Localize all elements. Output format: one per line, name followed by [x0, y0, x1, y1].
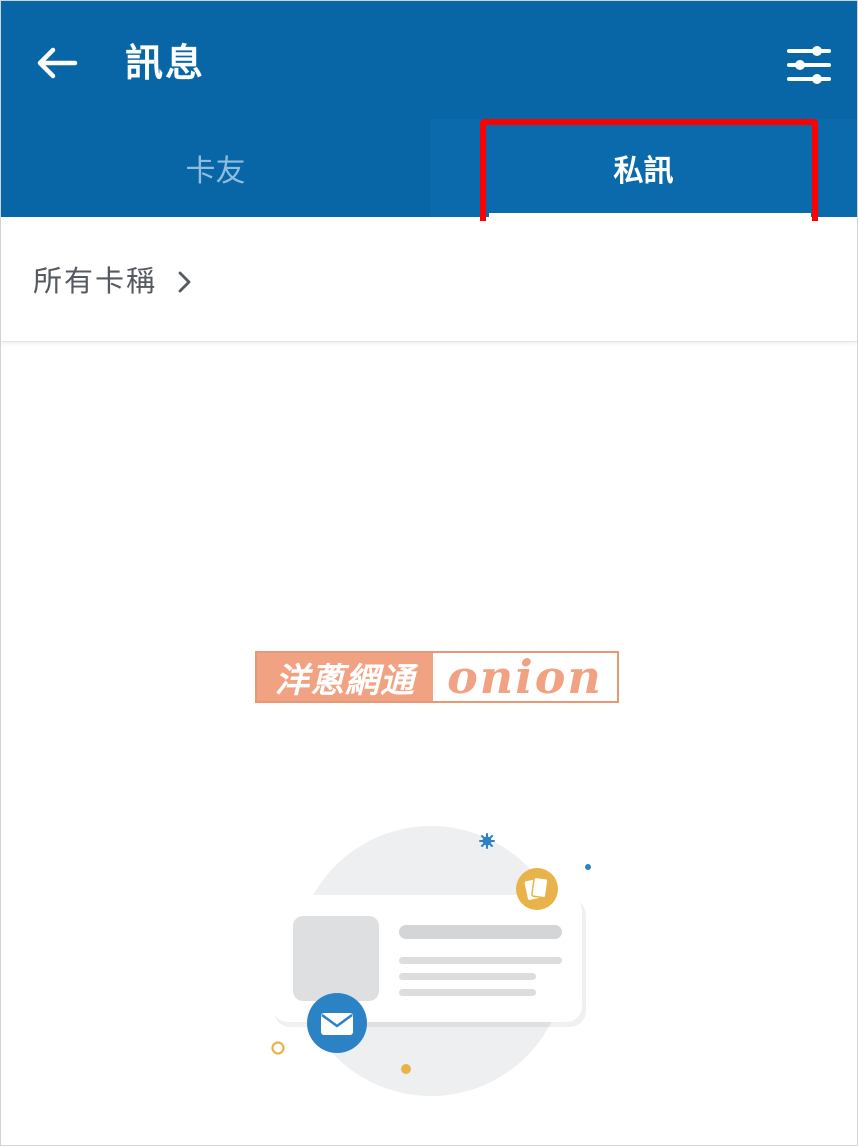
- illustration-yellow-dot: [401, 1064, 411, 1074]
- card-title-line: [399, 925, 562, 939]
- card-text-line-1: [399, 957, 562, 964]
- arrow-left-icon: [37, 47, 78, 79]
- sliders-icon: [787, 46, 831, 84]
- illustration-sparkle-icon: [479, 833, 495, 849]
- back-button[interactable]: [27, 35, 87, 91]
- tab-card-friends-label: 卡友: [185, 154, 246, 189]
- tab-private-messages-label: 私訊: [613, 154, 674, 189]
- empty-state-illustration: [271, 826, 591, 1096]
- screen: 訊息 卡友 私訊 所有卡稱 洋蔥網通 onion: [0, 0, 858, 1146]
- illustration-ring-dot: [271, 1041, 285, 1055]
- category-filter-row[interactable]: 所有卡稱: [1, 221, 857, 342]
- watermark-logo: 洋蔥網通 onion: [255, 651, 619, 703]
- app-bar: 訊息: [1, 1, 857, 119]
- card-avatar-placeholder: [293, 916, 379, 1001]
- tab-bar: 卡友 私訊: [1, 119, 857, 217]
- watermark-english-text: onion: [433, 653, 617, 701]
- tab-private-messages[interactable]: 私訊: [430, 119, 857, 217]
- illustration-blue-dot: [585, 864, 591, 870]
- watermark-chinese-text: 洋蔥網通: [257, 653, 433, 701]
- filter-settings-button[interactable]: [779, 37, 839, 93]
- chevron-right-icon: [178, 271, 191, 293]
- card-text-line-2: [399, 973, 536, 980]
- envelope-badge-icon: [307, 993, 367, 1053]
- tab-card-friends[interactable]: 卡友: [1, 119, 430, 217]
- tab-active-indicator: [489, 213, 811, 217]
- card-text-line-3: [399, 989, 536, 996]
- cards-badge-icon: [516, 868, 558, 910]
- page-title: 訊息: [125, 41, 206, 85]
- category-filter-label: 所有卡稱: [33, 264, 158, 298]
